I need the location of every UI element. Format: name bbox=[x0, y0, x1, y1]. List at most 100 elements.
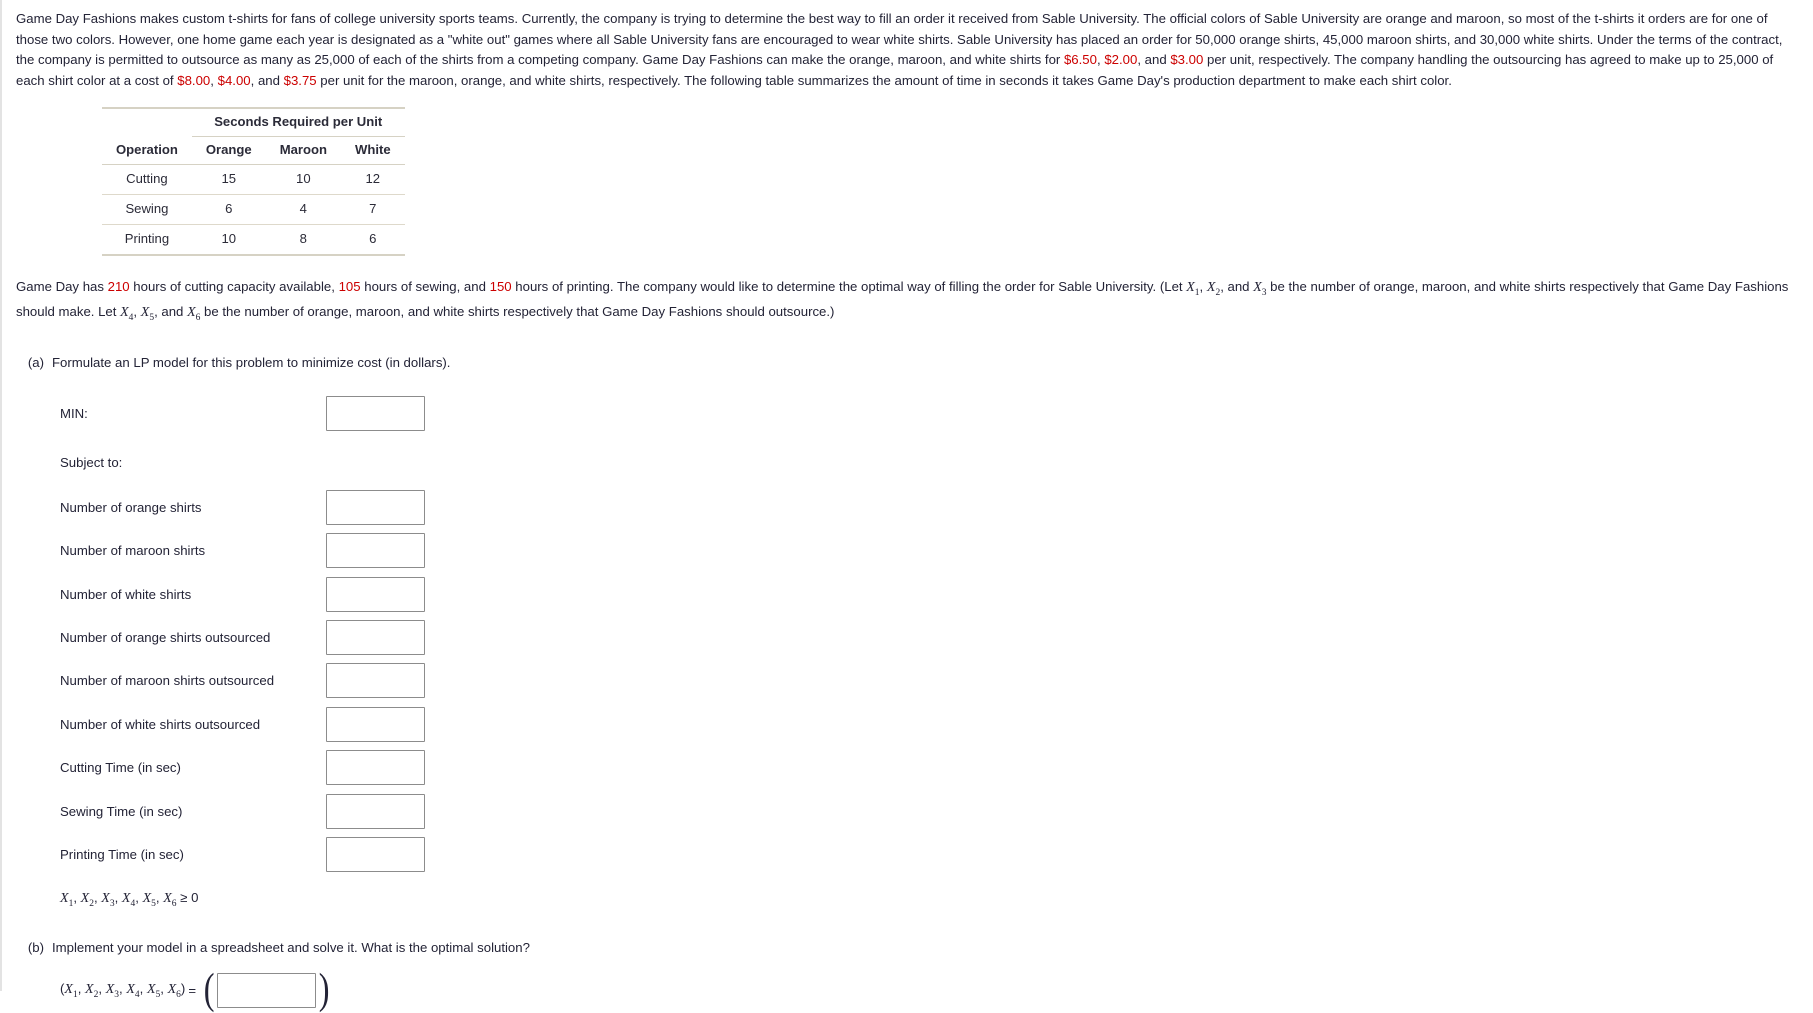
constraint-row-maroon-outsourced: Number of maroon shirts outsourced bbox=[60, 659, 1799, 702]
cell-maroon: 10 bbox=[265, 164, 341, 196]
close-paren: ) bbox=[319, 966, 330, 1013]
math-variable: X5 bbox=[146, 981, 161, 1000]
cell-white: 12 bbox=[340, 164, 405, 196]
part-a-prompt: Formulate an LP model for this problem t… bbox=[52, 354, 451, 370]
part-b: (b) Implement your model in a spreadshee… bbox=[16, 938, 1799, 1013]
cell-operation: Printing bbox=[102, 224, 192, 257]
table-body: Cutting 15 10 12 Sewing 6 4 7 Printing 1… bbox=[102, 164, 405, 257]
constraint-input-maroon-outsourced[interactable] bbox=[326, 663, 425, 699]
part-a: (a) Formulate an LP model for this probl… bbox=[16, 353, 1799, 912]
math-variable: X1 bbox=[64, 981, 78, 1000]
math-variable: X5 bbox=[142, 891, 156, 909]
col-header-white: White bbox=[340, 136, 405, 166]
constraint-label: Number of maroon shirts bbox=[60, 543, 206, 559]
cell-operation: Cutting bbox=[102, 164, 192, 196]
open-paren: ( bbox=[203, 966, 215, 1013]
part-b-prompt: Implement your model in a spreadsheet an… bbox=[52, 939, 530, 955]
cell-orange: 15 bbox=[191, 164, 266, 196]
constraint-input-white-outsourced[interactable] bbox=[326, 706, 425, 742]
math-variable: X6 bbox=[167, 981, 181, 1000]
constraint-input-maroon-shirts[interactable] bbox=[326, 533, 425, 569]
nonnegativity-constraint: X1, X2, X3, X4, X5, X6 ≥ 0 bbox=[60, 890, 199, 909]
cell-maroon: 8 bbox=[265, 224, 341, 257]
constraint-label: Number of orange shirts bbox=[60, 499, 202, 515]
sewing-capacity-value: 105 bbox=[338, 279, 361, 295]
objective-function-input[interactable] bbox=[326, 396, 425, 432]
table-group-header: Seconds Required per Unit bbox=[191, 107, 405, 138]
seconds-required-table: Seconds Required per Unit Operation Oran… bbox=[102, 107, 405, 257]
optimal-solution-input[interactable] bbox=[217, 972, 317, 1008]
table-row: Sewing 6 4 7 bbox=[102, 194, 405, 226]
constraint-input-orange-shirts[interactable] bbox=[326, 489, 425, 525]
part-b-label: (b) bbox=[27, 939, 44, 955]
constraint-input-orange-outsourced[interactable] bbox=[326, 620, 425, 656]
table-corner-blank bbox=[102, 107, 192, 137]
constraint-row-white-shirts: Number of white shirts bbox=[60, 572, 1799, 615]
highlighted-value: $3.75 bbox=[283, 72, 317, 88]
col-header-orange: Orange bbox=[191, 136, 266, 166]
constraint-input-white-shirts[interactable] bbox=[326, 576, 425, 612]
part-b-heading: (b) Implement your model in a spreadshee… bbox=[16, 938, 1799, 957]
table-row: Cutting 15 10 12 bbox=[102, 164, 405, 196]
constraint-row-sewing-time: Sewing Time (in sec) bbox=[60, 789, 1799, 832]
constraint-label: Number of orange shirts outsourced bbox=[60, 629, 271, 645]
math-variable: X4 bbox=[126, 981, 140, 1000]
cell-orange: 10 bbox=[191, 224, 266, 257]
constraint-row-white-outsourced: Number of white shirts outsourced bbox=[60, 703, 1799, 746]
table-group-header-row: Seconds Required per Unit bbox=[102, 107, 405, 138]
math-variable: X1 bbox=[1186, 280, 1200, 299]
constraint-label: Number of white shirts outsourced bbox=[60, 716, 261, 732]
highlighted-value: $3.00 bbox=[1170, 52, 1204, 68]
question-page: Game Day Fashions makes custom t-shirts … bbox=[0, 0, 1813, 1011]
math-variable: X1 bbox=[60, 891, 74, 909]
part-b-answer-line: (X1, X2, X3, X4, X5, X6) = ( ) bbox=[60, 966, 1799, 1013]
constraint-input-sewing-time[interactable] bbox=[326, 793, 425, 829]
min-label: MIN: bbox=[60, 406, 88, 422]
math-variable: X2 bbox=[85, 981, 99, 1000]
cutting-capacity-value: 210 bbox=[107, 279, 130, 295]
constraint-label: Cutting Time (in sec) bbox=[60, 760, 181, 776]
highlighted-value: $4.00 bbox=[217, 72, 251, 88]
cell-orange: 6 bbox=[191, 194, 266, 226]
math-variable: X6 bbox=[187, 305, 201, 324]
equals-sign: = bbox=[188, 982, 197, 998]
objective-row: MIN: bbox=[60, 388, 1799, 440]
part-a-heading: (a) Formulate an LP model for this probl… bbox=[16, 353, 1799, 372]
printing-capacity-value: 150 bbox=[489, 279, 512, 295]
constraint-label: Sewing Time (in sec) bbox=[60, 803, 183, 819]
subject-to-label: Subject to: bbox=[60, 455, 123, 471]
constraint-label: Number of white shirts bbox=[60, 586, 192, 602]
problem-statement: Game Day Fashions makes custom t-shirts … bbox=[16, 11, 1783, 88]
table-header-row: Operation Orange Maroon White bbox=[102, 136, 405, 166]
constraint-input-printing-time[interactable] bbox=[326, 837, 425, 872]
cell-white: 7 bbox=[340, 194, 405, 226]
constraint-label: Number of maroon shirts outsourced bbox=[60, 673, 275, 689]
table-head: Seconds Required per Unit Operation Oran… bbox=[102, 107, 405, 166]
col-header-maroon: Maroon bbox=[265, 136, 341, 166]
cell-maroon: 4 bbox=[265, 194, 341, 226]
constraint-row-cutting-time: Cutting Time (in sec) bbox=[60, 746, 1799, 789]
math-variable: X6 bbox=[163, 891, 177, 909]
col-header-operation: Operation bbox=[102, 136, 192, 166]
math-variable: X4 bbox=[120, 305, 134, 324]
constraint-row-orange-shirts: Number of orange shirts bbox=[60, 486, 1799, 529]
constraint-row-printing-time: Printing Time (in sec) bbox=[60, 833, 1799, 876]
constraint-input-cutting-time[interactable] bbox=[326, 750, 425, 786]
solution-vector-label: (X1, X2, X3, X4, X5, X6) bbox=[60, 980, 186, 1000]
math-variable: X2 bbox=[80, 891, 94, 909]
seconds-table-wrapper: Seconds Required per Unit Operation Oran… bbox=[102, 107, 1799, 257]
subject-to-row: Subject to: bbox=[60, 440, 1799, 486]
highlighted-value: $6.50 bbox=[1063, 52, 1097, 68]
cell-white: 6 bbox=[340, 224, 405, 257]
constraint-row-maroon-shirts: Number of maroon shirts bbox=[60, 529, 1799, 572]
part-a-form: MIN: Subject to: Number of orange shirts… bbox=[60, 388, 1799, 877]
highlighted-value: $8.00 bbox=[177, 72, 211, 88]
highlighted-value: $2.00 bbox=[1104, 52, 1138, 68]
constraint-label: Printing Time (in sec) bbox=[60, 846, 184, 862]
math-variable: X2 bbox=[1206, 280, 1221, 299]
constraint-row-orange-outsourced: Number of orange shirts outsourced bbox=[60, 616, 1799, 659]
table-row: Printing 10 8 6 bbox=[102, 224, 405, 257]
math-variable: X3 bbox=[101, 891, 115, 909]
math-variable: X3 bbox=[105, 981, 119, 1000]
math-variable: X4 bbox=[121, 891, 136, 909]
